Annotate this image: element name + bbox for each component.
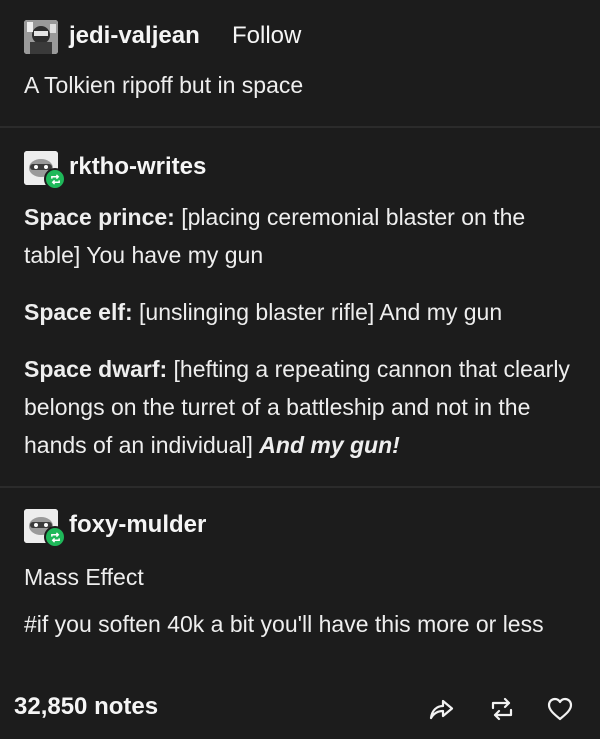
- post3-tag[interactable]: #if you soften 40k a bit you'll have thi…: [24, 605, 576, 643]
- follow-button[interactable]: Follow: [232, 22, 301, 50]
- share-icon[interactable]: [426, 694, 456, 724]
- post2-username[interactable]: rktho-writes: [69, 153, 206, 181]
- notes-count[interactable]: 32,850 notes: [14, 693, 158, 721]
- avatar-jedi-valjean[interactable]: [24, 20, 58, 54]
- dialogue-text: [unslinging blaster rifle] And my gun: [132, 299, 503, 325]
- post1-text: A Tolkien ripoff but in space: [24, 72, 304, 98]
- post3-username[interactable]: foxy-mulder: [69, 511, 206, 539]
- post2-line-2: Space elf: [unslinging blaster rifle] An…: [24, 293, 576, 331]
- speaker-label: Space elf:: [24, 299, 133, 325]
- reblog-icon[interactable]: [487, 694, 517, 724]
- tumblr-post: jedi-valjean Follow A Tolkien ripoff but…: [0, 0, 600, 739]
- post2-line-3: Space dwarf: [hefting a repeating cannon…: [24, 350, 576, 464]
- speaker-label: Space dwarf:: [24, 356, 168, 382]
- reblog-badge-icon: [44, 526, 66, 548]
- emphasis-text: And my gun!: [259, 432, 400, 458]
- post1-username[interactable]: jedi-valjean: [69, 22, 200, 50]
- speaker-label: Space prince:: [24, 204, 175, 230]
- divider: [0, 486, 600, 488]
- reblog-badge-icon: [44, 168, 66, 190]
- post2-line-1: Space prince: [placing ceremonial blaste…: [24, 198, 576, 274]
- post3-text: Mass Effect: [24, 564, 144, 590]
- like-icon[interactable]: [545, 694, 575, 724]
- divider: [0, 126, 600, 128]
